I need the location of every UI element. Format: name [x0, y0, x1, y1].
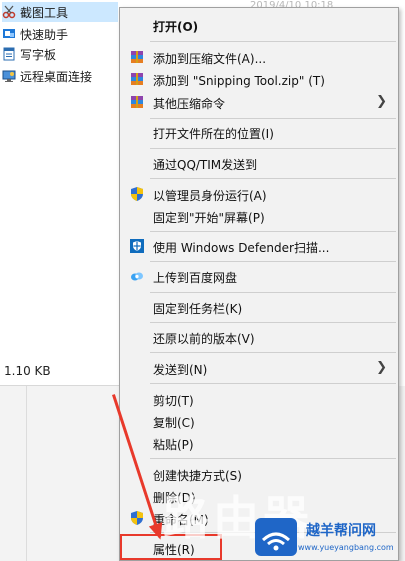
remote-desktop-icon	[2, 70, 16, 82]
menu-label: 其他压缩命令	[153, 97, 226, 111]
menu-item-run-admin[interactable]: 以管理员身份运行(A)	[121, 183, 397, 205]
menu-label: 以管理员身份运行(A)	[153, 189, 267, 203]
file-item-quick-assist[interactable]: 快速助手	[2, 24, 118, 44]
menu-separator	[150, 261, 396, 262]
menu-label: 使用 Windows Defender扫描...	[153, 241, 330, 255]
menu-label: 固定到任务栏(K)	[153, 302, 243, 316]
menu-item-baidu[interactable]: 上传到百度网盘	[121, 265, 397, 287]
menu-separator	[150, 178, 396, 179]
menu-label: 打开(O)	[153, 20, 199, 34]
menu-item-paste[interactable]: 粘贴(P)	[121, 432, 397, 454]
menu-separator	[150, 41, 396, 42]
winrar-icon	[131, 51, 143, 63]
uac-shield-icon	[131, 187, 143, 201]
file-name: 写字板	[20, 47, 57, 62]
context-menu: 打开(O) 添加到压缩文件(A)... 添加到 "Snipping Tool.z…	[119, 7, 399, 561]
defender-icon	[130, 239, 144, 253]
menu-label: 添加到 "Snipping Tool.zip" (T)	[153, 74, 325, 88]
file-size: 1.10 KB	[4, 364, 51, 378]
scissors-icon	[2, 5, 16, 19]
winrar-icon	[131, 73, 143, 85]
menu-label: 复制(C)	[153, 416, 195, 430]
menu-item-open[interactable]: 打开(O)	[121, 14, 397, 36]
file-item-wordpad[interactable]: 写字板	[2, 44, 118, 64]
menu-item-pin-taskbar[interactable]: 固定到任务栏(K)	[121, 296, 397, 318]
menu-separator	[150, 352, 396, 353]
uac-shield-icon	[131, 511, 143, 525]
menu-item-copy[interactable]: 复制(C)	[121, 410, 397, 432]
menu-item-open-location[interactable]: 打开文件所在的位置(I)	[121, 121, 397, 143]
menu-label: 还原以前的版本(V)	[153, 332, 255, 346]
file-list: 截图工具 快速助手 写字板 远程桌面连接	[0, 0, 120, 386]
watermark-site-title: 越羊帮问网	[306, 523, 376, 539]
menu-item-add-archive[interactable]: 添加到压缩文件(A)...	[121, 46, 397, 68]
quick-assist-icon	[3, 29, 15, 38]
chevron-right-icon: ❯	[376, 360, 387, 375]
chevron-right-icon: ❯	[376, 94, 387, 109]
menu-label: 打开文件所在的位置(I)	[153, 127, 274, 141]
menu-label: 发送到(N)	[153, 363, 208, 377]
menu-item-send-qq[interactable]: 通过QQ/TIM发送到	[121, 152, 397, 174]
file-item-snipping-tool[interactable]: 截图工具	[2, 2, 118, 22]
menu-label: 上传到百度网盘	[153, 271, 238, 285]
wordpad-icon	[3, 47, 15, 61]
menu-item-defender[interactable]: 使用 Windows Defender扫描...	[121, 235, 397, 257]
file-name: 快速助手	[20, 27, 69, 42]
menu-item-other-compress[interactable]: 其他压缩命令 ❯	[121, 91, 397, 113]
file-item-remote-desktop[interactable]: 远程桌面连接	[2, 66, 118, 86]
menu-separator	[150, 383, 396, 384]
menu-item-cut[interactable]: 剪切(T)	[121, 388, 397, 410]
divider	[26, 386, 27, 561]
menu-separator	[150, 118, 396, 119]
menu-item-add-zip[interactable]: 添加到 "Snipping Tool.zip" (T)	[121, 68, 397, 90]
file-name: 截图工具	[20, 5, 69, 20]
menu-separator	[150, 231, 396, 232]
menu-item-send-to[interactable]: 发送到(N) ❯	[121, 357, 397, 379]
watermark-site-url: www.yueyangbang.com	[298, 543, 394, 552]
menu-separator	[150, 458, 396, 459]
menu-label: 添加到压缩文件(A)...	[153, 52, 267, 66]
menu-item-restore[interactable]: 还原以前的版本(V)	[121, 326, 397, 348]
menu-label: 固定到"开始"屏幕(P)	[153, 211, 265, 225]
menu-label: 通过QQ/TIM发送到	[153, 158, 258, 172]
winrar-icon	[131, 96, 143, 108]
menu-label: 粘贴(P)	[153, 438, 194, 452]
file-name: 远程桌面连接	[20, 69, 93, 84]
menu-separator	[150, 292, 396, 293]
menu-item-pin-start[interactable]: 固定到"开始"屏幕(P)	[121, 205, 397, 227]
baidu-netdisk-icon	[131, 272, 143, 281]
menu-label: 剪切(T)	[153, 394, 194, 408]
menu-separator	[150, 322, 396, 323]
menu-separator	[150, 148, 396, 149]
